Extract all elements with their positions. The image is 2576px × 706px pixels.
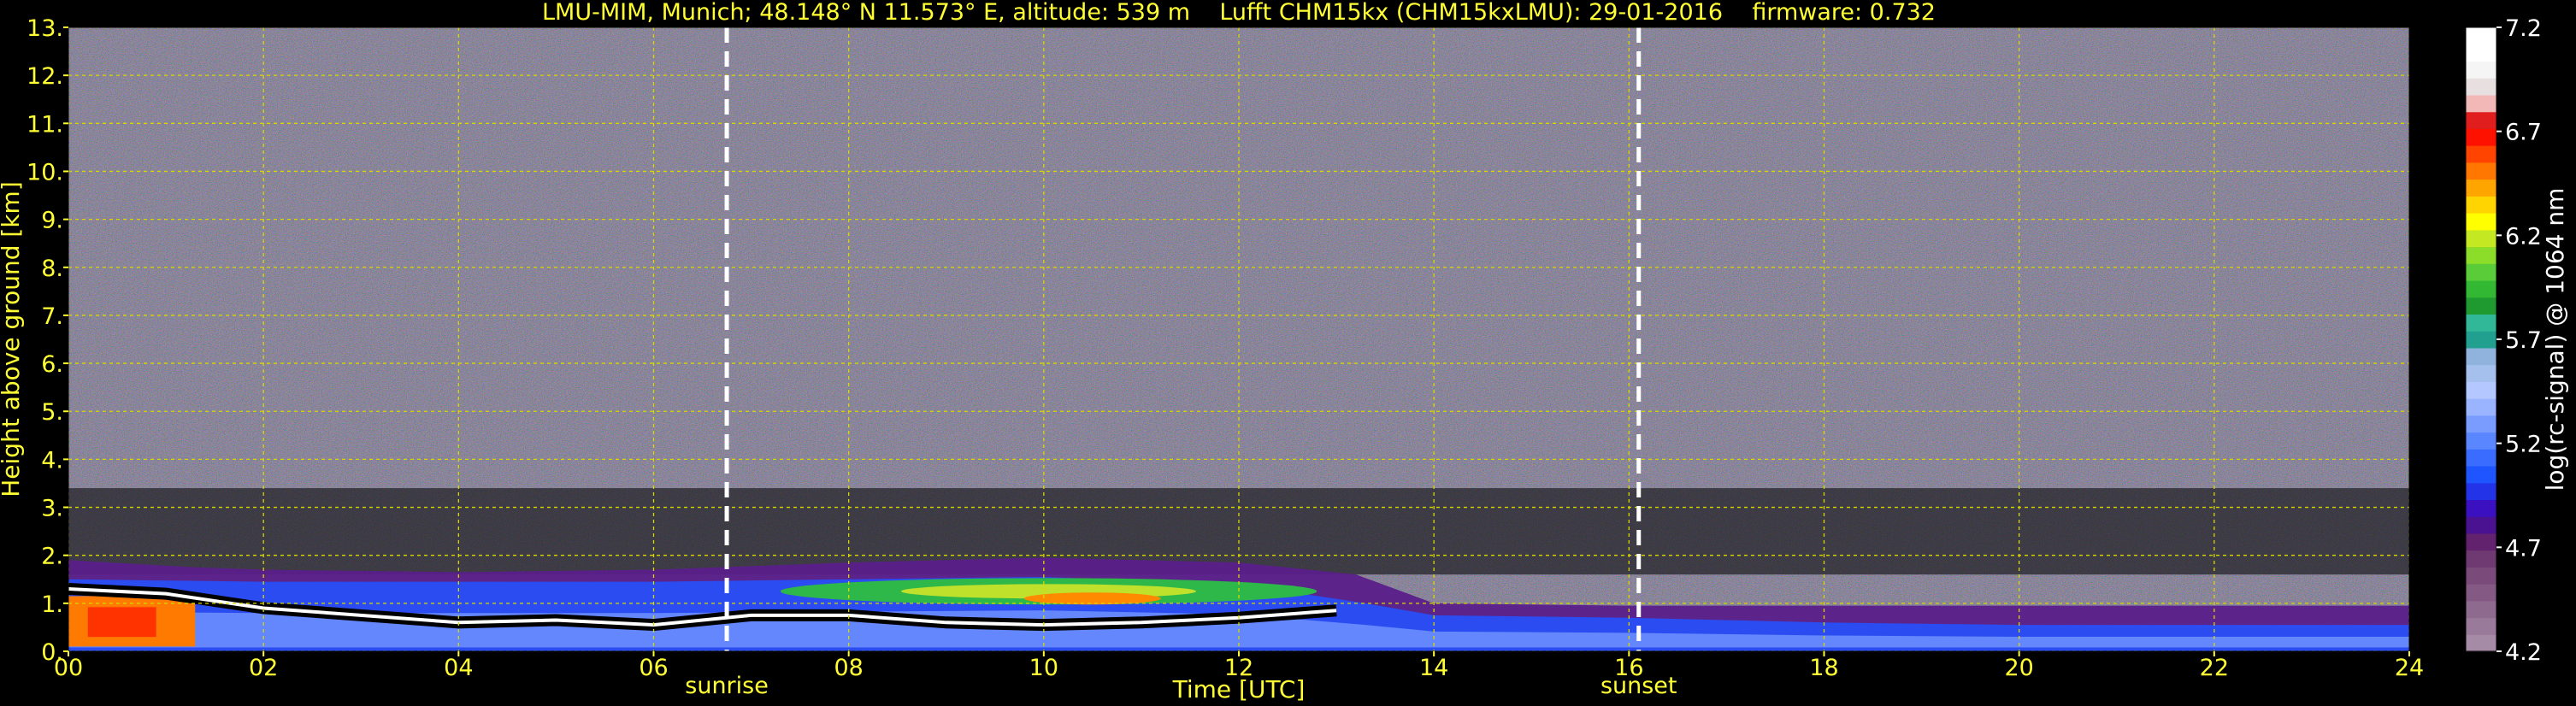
orange-core — [1024, 592, 1161, 605]
y-tick-label: 12. — [27, 63, 63, 90]
y-tick-label: 0. — [41, 639, 63, 666]
ceilometer-chart: LMU-MIM, Munich; 48.148° N 11.573° E, al… — [0, 0, 2569, 703]
colorbar-segment — [2466, 567, 2496, 585]
colorbar-segment — [2466, 297, 2496, 315]
colorbar-segment — [2466, 364, 2496, 382]
x-tick-label: 14 — [1419, 655, 1448, 681]
colorbar-segment — [2466, 398, 2496, 416]
colorbar-segment — [2466, 516, 2496, 534]
colorbar-segment — [2466, 44, 2496, 62]
x-tick-label: 18 — [1809, 655, 1838, 681]
y-tick-label: 13. — [27, 15, 63, 42]
colorbar-segment — [2466, 229, 2496, 248]
x-tick-label: 06 — [639, 655, 668, 681]
colorbar-segment — [2466, 196, 2496, 214]
colorbar-segment — [2466, 550, 2496, 568]
colorbar-tick-label: 6.2 — [2505, 223, 2542, 250]
y-tick-label: 9. — [41, 208, 63, 234]
x-tick-label: 10 — [1029, 655, 1058, 681]
colorbar-label: log(rc-signal) @ 1064 nm — [2541, 188, 2569, 491]
y-tick-label: 6. — [41, 351, 63, 378]
colorbar-tick-label: 4.7 — [2505, 535, 2542, 562]
colorbar-segment — [2466, 263, 2496, 281]
x-tick-label: 20 — [2004, 655, 2033, 681]
colorbar-segment — [2466, 584, 2496, 602]
marker-label-sunset: sunset — [1600, 673, 1677, 699]
colorbar-segment — [2466, 449, 2496, 467]
colorbar-segment — [2466, 465, 2496, 484]
x-tick-label: 04 — [444, 655, 473, 681]
colorbar-segment — [2466, 415, 2496, 433]
colorbar-segment — [2466, 314, 2496, 332]
x-tick-label: 24 — [2395, 655, 2424, 681]
colorbar-segment — [2466, 246, 2496, 264]
colorbar-segment — [2466, 27, 2496, 45]
x-tick-label: 02 — [249, 655, 278, 681]
colorbar-segment — [2466, 279, 2496, 298]
colorbar-segment — [2466, 94, 2496, 113]
colorbar-segment — [2466, 634, 2496, 652]
colorbar-segment — [2466, 331, 2496, 349]
colorbar-segment — [2466, 617, 2496, 635]
y-tick-label: 10. — [27, 159, 63, 185]
y-tick-label: 7. — [41, 303, 63, 330]
colorbar-segment — [2466, 432, 2496, 450]
colorbar-ticks: 4.2 4.7 5.2 5.7 6.2 6.7 7.2 — [2496, 15, 2542, 666]
colorbar-segment — [2466, 111, 2496, 129]
colorbar-tick-label: 4.2 — [2505, 639, 2542, 666]
colorbar-segment — [2466, 499, 2496, 517]
y-tick-label: 3. — [41, 496, 63, 522]
colorbar-segment — [2466, 78, 2496, 96]
marker-label-sunrise: sunrise — [685, 673, 769, 699]
colorbar-segment — [2466, 61, 2496, 79]
colorbar-tick-label: 7.2 — [2505, 15, 2542, 42]
plot-area — [68, 27, 2409, 651]
colorbar-tick-label: 5.7 — [2505, 327, 2542, 354]
colorbar-tick-label: 6.7 — [2505, 120, 2542, 146]
colorbar-segment — [2466, 145, 2496, 163]
colorbar-segment — [2466, 482, 2496, 501]
colorbar-segment — [2466, 179, 2496, 197]
colorbar-segment — [2466, 213, 2496, 231]
colorbar-segment — [2466, 347, 2496, 366]
x-axis-label: Time [UTC] — [1172, 675, 1306, 703]
hot-surface-layer-red — [87, 607, 156, 638]
x-tick-label: 08 — [834, 655, 863, 681]
colorbar-tick-label: 5.2 — [2505, 432, 2542, 458]
colorbar-segment — [2466, 532, 2496, 551]
x-tick-label: 22 — [2200, 655, 2229, 681]
colorbar-segment — [2466, 128, 2496, 146]
colorbar-segment — [2466, 600, 2496, 619]
y-axis-label: Height above ground [km] — [0, 181, 25, 497]
y-tick-labels: 0. 1. 2. 3. 4. 5. 6. 7. 8. 9. 10. 11. 12. 13. — [27, 15, 68, 666]
y-tick-label: 4. — [41, 447, 63, 474]
y-tick-label: 1. — [41, 591, 63, 618]
colorbar-segment — [2466, 162, 2496, 180]
colorbar-segment — [2466, 381, 2496, 399]
y-tick-label: 2. — [41, 544, 63, 570]
y-tick-label: 5. — [41, 399, 63, 426]
y-tick-label: 11. — [27, 111, 63, 138]
colorbar — [2465, 26, 2497, 652]
y-tick-label: 8. — [41, 256, 63, 282]
chart-title: LMU-MIM, Munich; 48.148° N 11.573° E, al… — [542, 0, 1936, 26]
